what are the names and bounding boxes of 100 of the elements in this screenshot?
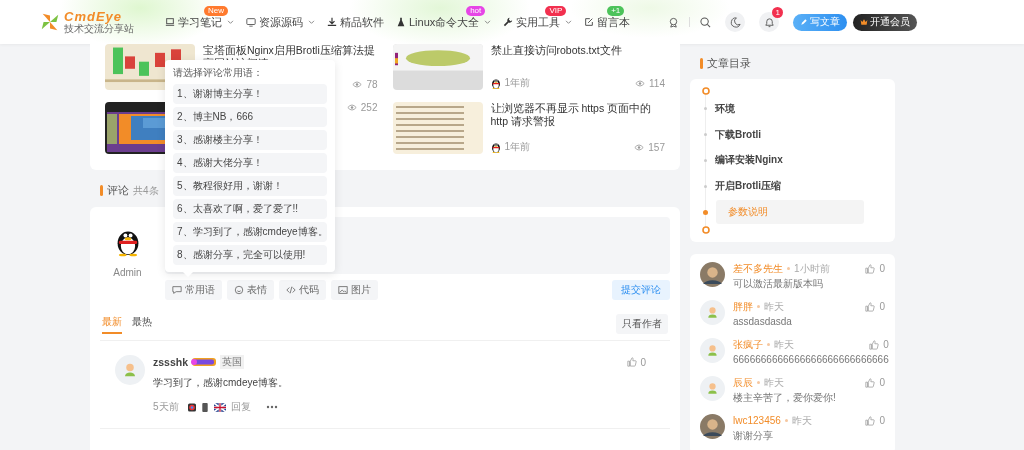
comment-text: 楼主辛苦了，爱你爱你! xyxy=(733,391,837,404)
separator-dot-icon xyxy=(784,419,788,422)
eye-icon xyxy=(635,79,646,87)
separator-dot-icon xyxy=(787,267,790,270)
ring-icon xyxy=(702,225,710,234)
pinwheel-logo-icon xyxy=(39,11,61,33)
comment-text: 可以激活最新版本吗 xyxy=(733,277,824,290)
comment-text: assdasdasda xyxy=(733,315,793,328)
medal-icon[interactable] xyxy=(668,16,680,28)
comment-text: 学习到了，感谢cmdeye博客。 xyxy=(153,376,289,390)
avatar xyxy=(700,376,725,401)
wrench-icon xyxy=(503,17,514,27)
section-title: 评论 xyxy=(107,183,129,198)
nav-link[interactable]: Linux命令大全 xyxy=(396,14,492,30)
toc-dot-icon xyxy=(703,209,708,215)
phrase-option[interactable]: 7、学习到了，感谢cmdeye博客。 xyxy=(173,222,327,242)
article-time: 1年前 xyxy=(504,76,531,90)
view-count: 78 xyxy=(366,79,378,90)
nav-link[interactable]: 留言本 xyxy=(584,14,631,30)
more-icon[interactable] xyxy=(265,405,278,409)
nav-badge: +1 xyxy=(607,5,625,16)
toc-item[interactable]: 下载Brotli xyxy=(715,122,762,147)
dark-mode-button[interactable] xyxy=(725,12,746,32)
comment-text: 谢谢分享 xyxy=(733,429,774,442)
editor-tool-button[interactable]: 常用语 xyxy=(165,280,222,300)
logo-tagline: 技术交流分享站 xyxy=(64,24,134,34)
popup-title: 请选择评论常用语： xyxy=(173,66,264,80)
editor-tool-button[interactable]: 表情 xyxy=(227,280,274,300)
comment-author[interactable]: zssshk xyxy=(153,356,189,368)
browser-icon xyxy=(187,402,196,412)
phrase-option[interactable]: 6、太喜欢了啊，爱了爱了!! xyxy=(173,199,327,219)
ring-icon xyxy=(702,87,710,95)
thumbs-up-icon xyxy=(627,357,638,367)
avatar xyxy=(700,262,725,287)
like-count: 0 xyxy=(879,376,885,389)
thumbs-up-icon xyxy=(865,415,876,426)
phrase-option[interactable]: 4、感谢大佬分享！ xyxy=(173,153,327,173)
vip-button[interactable]: 开通会员 xyxy=(853,13,918,31)
nav-badge: VIP xyxy=(545,5,567,16)
toc-item[interactable]: 环境 xyxy=(715,96,735,121)
phrase-option[interactable]: 8、感谢分享，完全可以使用! xyxy=(173,245,327,265)
view-count: 114 xyxy=(649,77,665,89)
editor-tool-button[interactable]: 图片 xyxy=(331,280,378,300)
crown-icon xyxy=(860,18,869,26)
phrase-option[interactable]: 3、感谢楼主分享！ xyxy=(173,130,327,150)
moon-icon xyxy=(729,16,741,28)
like-count: 0 xyxy=(640,356,646,368)
avatar xyxy=(700,414,725,439)
thumbs-up-icon xyxy=(865,301,876,312)
like-count: 0 xyxy=(879,262,885,275)
eye-icon xyxy=(346,104,357,111)
avatar xyxy=(700,338,725,363)
flask-icon xyxy=(396,17,406,27)
comment-time: 昨天 xyxy=(764,300,784,313)
nav-link[interactable]: 实用工具 xyxy=(503,14,573,30)
nav-link[interactable]: 资源源码 xyxy=(246,14,315,30)
phrase-option[interactable]: 5、教程很好用，谢谢！ xyxy=(173,176,327,196)
editor-tool-button[interactable]: 代码 xyxy=(279,280,326,300)
chat-icon xyxy=(172,285,182,295)
author-filter-button[interactable]: 只看作者 xyxy=(616,314,668,334)
phrase-option[interactable]: 2、博主NB，666 xyxy=(173,107,327,127)
section-title: 文章目录 xyxy=(707,56,751,71)
comment-time: 昨天 xyxy=(764,376,784,389)
toc-item[interactable]: 开启Brotli压缩 xyxy=(715,174,782,199)
comment-time: 1小时前 xyxy=(794,262,830,275)
view-count: 157 xyxy=(648,141,665,153)
bell-icon xyxy=(763,16,775,28)
view-count: 252 xyxy=(360,102,378,113)
level-badge-icon xyxy=(191,357,218,367)
flag-icon xyxy=(213,402,226,412)
nav-link[interactable]: 精品软件 xyxy=(327,14,384,30)
nav-link[interactable]: 学习笔记 xyxy=(165,14,234,30)
location-tag: 英国 xyxy=(220,355,245,369)
monitor-icon xyxy=(246,17,256,27)
comment-time: 昨天 xyxy=(791,414,812,427)
toc-dot-icon xyxy=(704,184,707,188)
pencil-icon xyxy=(800,18,809,26)
article-title[interactable]: 禁止直接访问robots.txt文件 xyxy=(490,44,665,57)
comment-time: 昨天 xyxy=(774,338,794,351)
sort-tab[interactable]: 最热 xyxy=(132,314,152,334)
notifications-button[interactable] xyxy=(759,12,780,32)
toc-item[interactable]: 编译安装Nginx xyxy=(715,148,783,173)
separator-dot-icon xyxy=(757,381,760,384)
search-icon[interactable] xyxy=(700,16,712,28)
separator-dot-icon xyxy=(757,305,760,308)
eye-icon xyxy=(634,143,645,151)
laptop-icon xyxy=(165,17,175,27)
article-title[interactable]: 让浏览器不再显示 https 页面中的 http 请求警报 xyxy=(490,102,665,128)
penguin-avatar-icon xyxy=(490,141,501,153)
phrase-option[interactable]: 1、谢谢博主分享！ xyxy=(173,84,327,104)
nav-badge: hot xyxy=(466,5,486,16)
user-name: Admin xyxy=(113,267,142,278)
like-count: 0 xyxy=(883,338,889,351)
toc-dot-icon xyxy=(704,107,707,111)
separator-dot-icon xyxy=(767,343,770,346)
eye-icon xyxy=(352,81,363,88)
avatar xyxy=(700,300,725,325)
comment-count: 共4条 xyxy=(133,184,159,198)
edit-icon xyxy=(584,17,595,27)
nav-badge: New xyxy=(204,5,228,16)
